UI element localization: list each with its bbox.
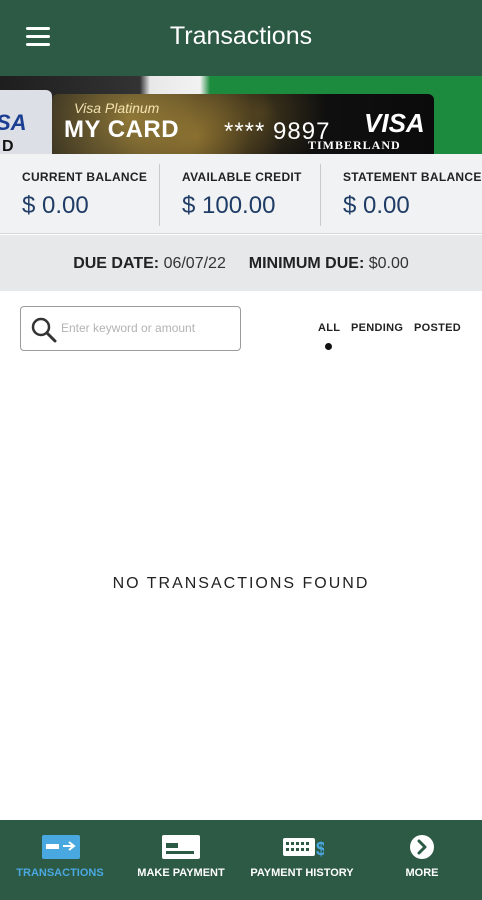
nav-more[interactable]: MORE: [362, 820, 482, 900]
transactions-card-icon: [42, 835, 80, 859]
current-balance-value: $ 0.00: [22, 192, 89, 219]
svg-text:$: $: [316, 839, 324, 859]
card-name: MY CARD: [64, 116, 180, 143]
nav-label: TRANSACTIONS: [16, 867, 104, 879]
statement-balance-value: $ 0.00: [343, 192, 410, 219]
search-box[interactable]: [20, 306, 241, 351]
statement-balance: STATEMENT BALANCE $ 0.00: [343, 154, 482, 234]
due-date-value: 06/07/22: [163, 255, 226, 272]
card-tier: Visa Platinum: [74, 100, 160, 116]
chevron-right-circle-icon: [410, 835, 434, 859]
statement-balance-label: STATEMENT BALANCE: [343, 170, 482, 184]
nav-payment-history[interactable]: $ PAYMENT HISTORY: [242, 820, 362, 900]
credit-card-image[interactable]: Visa Platinum MY CARD **** 9897 VISA TIM…: [52, 94, 434, 154]
app-header: Transactions: [0, 0, 482, 76]
card-carousel[interactable]: SA D Visa Platinum MY CARD **** 9897 VIS…: [0, 76, 482, 154]
bottom-navigation: TRANSACTIONS MAKE PAYMENT $ PAYMENT HIST…: [0, 820, 482, 900]
nav-make-payment[interactable]: MAKE PAYMENT: [120, 820, 242, 900]
selected-filter-indicator: [325, 343, 332, 350]
search-icon: [31, 317, 57, 343]
empty-state-message: NO TRANSACTIONS FOUND: [112, 575, 370, 592]
previous-card-brand: SA: [0, 110, 27, 135]
previous-card-sub: D: [2, 138, 14, 154]
search-input[interactable]: [61, 315, 233, 341]
payment-card-icon: [162, 835, 200, 859]
filter-pending[interactable]: PENDING: [351, 322, 403, 334]
divider: [159, 164, 160, 226]
nav-transactions[interactable]: TRANSACTIONS: [0, 820, 120, 900]
available-credit: AVAILABLE CREDIT $ 100.00: [182, 154, 302, 234]
balance-summary: CURRENT BALANCE $ 0.00 AVAILABLE CREDIT …: [0, 154, 482, 234]
filter-posted[interactable]: POSTED: [414, 322, 461, 334]
nav-label: MAKE PAYMENT: [137, 867, 225, 879]
page-title: Transactions: [169, 22, 313, 50]
due-date-label: DUE DATE:: [73, 255, 160, 272]
nav-label: PAYMENT HISTORY: [250, 867, 354, 879]
due-info-bar: DUE DATE: 06/07/22 MINIMUM DUE: $0.00: [0, 235, 482, 291]
minimum-due-label: MINIMUM DUE:: [248, 255, 365, 272]
filter-all[interactable]: ALL: [318, 322, 340, 334]
nav-label: MORE: [405, 867, 439, 879]
current-balance-label: CURRENT BALANCE: [22, 170, 148, 184]
divider: [320, 164, 321, 226]
previous-card-peek[interactable]: SA D: [0, 90, 52, 154]
visa-logo: VISA: [364, 108, 425, 138]
available-credit-label: AVAILABLE CREDIT: [182, 170, 302, 184]
available-credit-value: $ 100.00: [182, 192, 276, 219]
bank-logo: TIMBERLAND: [308, 138, 401, 152]
minimum-due-value: $0.00: [368, 255, 409, 272]
current-balance: CURRENT BALANCE $ 0.00: [22, 154, 147, 234]
payment-history-icon: $: [283, 838, 324, 859]
